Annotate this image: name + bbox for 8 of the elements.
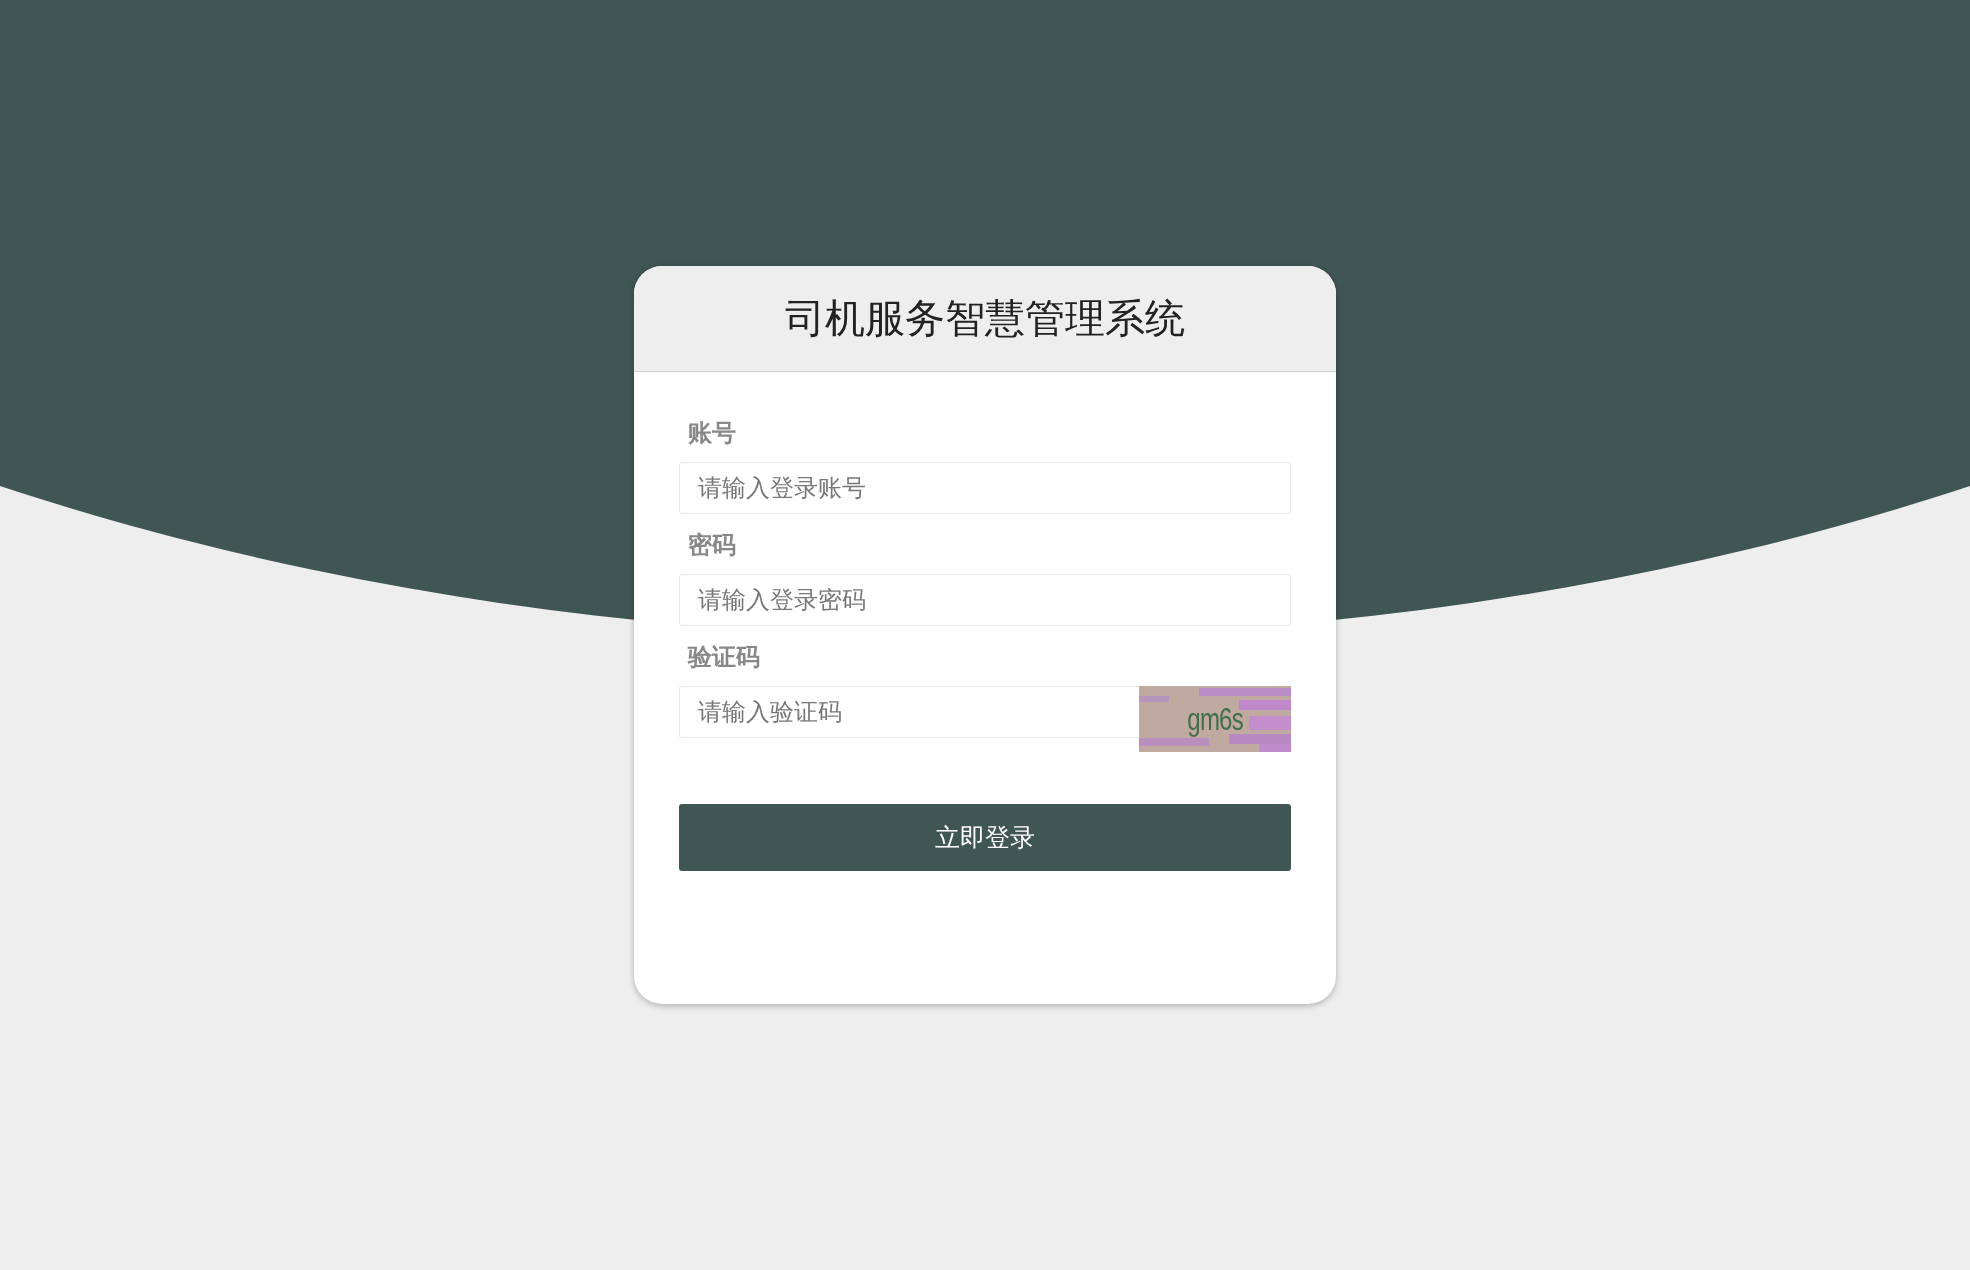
login-button[interactable]: 立即登录 <box>679 804 1291 871</box>
login-title: 司机服务智慧管理系统 <box>785 295 1185 342</box>
input-field[interactable]: 请输入登录账号 <box>679 462 1291 514</box>
input-field[interactable]: 请输入验证码 <box>679 686 1139 738</box>
field-label: 验证码 <box>688 642 760 672</box>
field-label: 密码 <box>688 530 736 560</box>
input-field[interactable]: 请输入登录密码 <box>679 574 1291 626</box>
field-label: 账号 <box>688 418 736 448</box>
